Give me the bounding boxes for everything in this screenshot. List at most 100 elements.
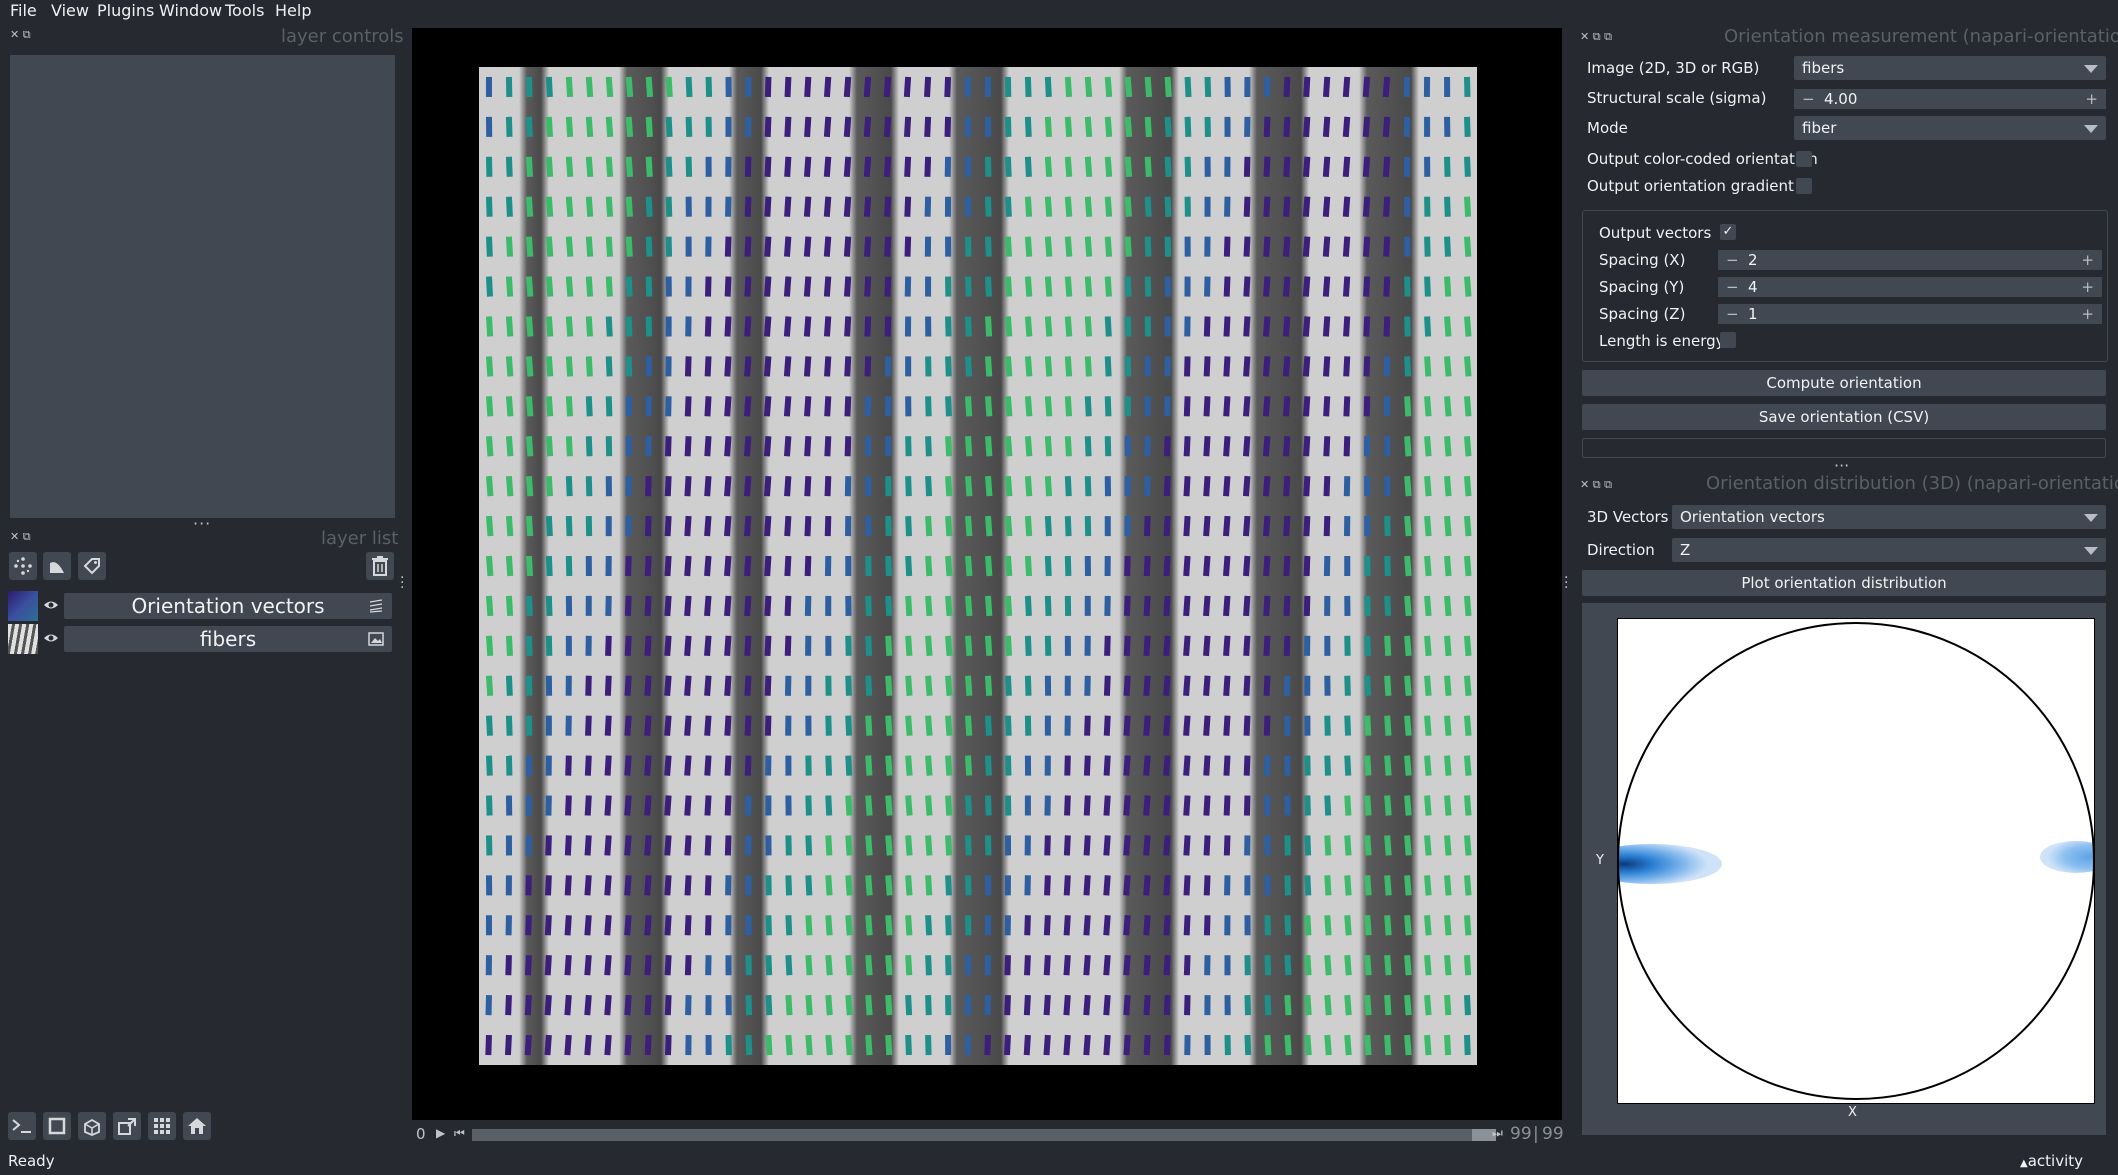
dock-close-icon[interactable]: ✕ ⧉ bbox=[10, 28, 31, 42]
minus-icon[interactable]: − bbox=[1726, 250, 1739, 270]
menu-tools[interactable]: Tools bbox=[225, 1, 264, 20]
vector-glyph bbox=[485, 356, 494, 377]
direction-select[interactable]: Z bbox=[1672, 538, 2106, 562]
compute-orientation-button[interactable]: Compute orientation bbox=[1582, 370, 2106, 396]
new-labels-layer-icon[interactable] bbox=[78, 552, 106, 580]
console-icon[interactable] bbox=[8, 1112, 36, 1140]
play-icon[interactable]: ▶ bbox=[436, 1126, 445, 1140]
roll-dims-icon[interactable] bbox=[78, 1112, 106, 1140]
vector-glyph bbox=[664, 515, 672, 537]
vector-glyph bbox=[1004, 755, 1012, 776]
vector-glyph bbox=[1322, 236, 1331, 257]
vector-glyph bbox=[1083, 954, 1091, 976]
menu-window[interactable]: Window bbox=[159, 1, 222, 20]
spacing-z-spinbox[interactable]: − 1 + bbox=[1718, 304, 2102, 324]
vector-glyph bbox=[1342, 196, 1351, 217]
menu-file[interactable]: File bbox=[10, 1, 37, 20]
vector-glyph bbox=[1322, 196, 1331, 217]
vector-glyph bbox=[545, 396, 554, 417]
vector-glyph bbox=[925, 715, 933, 736]
vector-glyph bbox=[1364, 595, 1371, 617]
menu-view[interactable]: View bbox=[51, 1, 89, 20]
step-back-icon[interactable]: ⏮ bbox=[454, 1126, 465, 1141]
color-coded-checkbox[interactable] bbox=[1796, 151, 1812, 167]
widget-close-icon[interactable]: ✕ ⧉ ⧉ bbox=[1580, 30, 1612, 44]
vector-glyph bbox=[1404, 555, 1412, 577]
vector-glyph bbox=[565, 396, 574, 417]
vector-glyph bbox=[903, 116, 912, 138]
new-points-layer-icon[interactable] bbox=[9, 552, 37, 580]
vector-glyph bbox=[1384, 954, 1392, 976]
vector-glyph bbox=[1123, 994, 1131, 1016]
plus-icon[interactable]: + bbox=[2085, 89, 2098, 109]
sigma-spinbox[interactable]: − 4.00 + bbox=[1794, 89, 2106, 109]
delete-layer-icon[interactable] bbox=[366, 552, 394, 580]
transpose-icon[interactable] bbox=[113, 1112, 141, 1140]
layer-item-orientation-vectors[interactable]: Orientation vectors bbox=[8, 591, 392, 621]
plus-icon[interactable]: + bbox=[2081, 277, 2094, 297]
menu-help[interactable]: Help bbox=[275, 1, 311, 20]
new-shapes-layer-icon[interactable] bbox=[43, 552, 71, 580]
chevron-down-icon bbox=[2084, 125, 2098, 133]
vector-glyph bbox=[624, 875, 632, 896]
vector-glyph bbox=[1404, 954, 1412, 976]
vector-glyph bbox=[865, 755, 873, 776]
menu-plugins[interactable]: Plugins bbox=[97, 1, 154, 20]
visibility-eye-icon[interactable] bbox=[43, 598, 59, 616]
layer-name[interactable]: Orientation vectors bbox=[64, 593, 392, 619]
vector-glyph bbox=[1143, 755, 1151, 776]
vector-glyph bbox=[604, 675, 612, 696]
vector-glyph bbox=[1123, 675, 1131, 696]
vector-glyph bbox=[1163, 994, 1171, 1016]
grid-view-icon[interactable] bbox=[148, 1112, 176, 1140]
splitter-handle-icon[interactable]: ··· bbox=[193, 514, 211, 533]
plot-distribution-button[interactable]: Plot orientation distribution bbox=[1582, 570, 2106, 596]
vector-glyph bbox=[1084, 476, 1092, 497]
dock-float-icon[interactable]: ✕ ⧉ bbox=[10, 530, 31, 544]
vector-glyph bbox=[505, 555, 514, 577]
step-forward-icon[interactable]: ⏭ bbox=[1492, 1126, 1503, 1141]
vector-glyph bbox=[944, 76, 952, 98]
mode-select[interactable]: fiber bbox=[1794, 116, 2106, 140]
minus-icon[interactable]: − bbox=[1802, 89, 1815, 109]
activity-button[interactable]: ▲activity bbox=[2020, 1152, 2083, 1170]
vector-glyph bbox=[605, 316, 613, 337]
vector-glyph bbox=[905, 994, 913, 1016]
spacing-y-spinbox[interactable]: − 4 + bbox=[1718, 277, 2102, 297]
slider-current-value[interactable]: 99 bbox=[1510, 1124, 1532, 1144]
spacing-x-spinbox[interactable]: − 2 + bbox=[1718, 250, 2102, 270]
vector-glyph bbox=[1344, 915, 1352, 936]
vector-glyph bbox=[744, 356, 752, 377]
vector-glyph bbox=[1302, 356, 1311, 377]
3d-vectors-select[interactable]: Orientation vectors bbox=[1672, 505, 2106, 529]
layer-item-fibers[interactable]: fibers bbox=[8, 624, 392, 654]
vector-glyph bbox=[485, 1034, 492, 1056]
visibility-eye-icon[interactable] bbox=[43, 631, 59, 649]
mode-label: Mode bbox=[1587, 119, 1628, 137]
2d-3d-toggle-icon[interactable] bbox=[43, 1112, 71, 1140]
plus-icon[interactable]: + bbox=[2081, 250, 2094, 270]
splitter-handle-icon[interactable]: ··· bbox=[400, 571, 404, 595]
vector-glyph bbox=[665, 196, 673, 217]
save-orientation-button[interactable]: Save orientation (CSV) bbox=[1582, 404, 2106, 430]
minus-icon[interactable]: − bbox=[1726, 277, 1739, 297]
plus-icon[interactable]: + bbox=[2081, 304, 2094, 324]
minus-icon[interactable]: − bbox=[1726, 304, 1739, 324]
home-icon[interactable] bbox=[183, 1112, 211, 1140]
vector-glyph bbox=[1123, 875, 1131, 896]
vector-glyph bbox=[945, 635, 953, 657]
vector-glyph bbox=[505, 196, 513, 217]
vector-glyph bbox=[1203, 356, 1211, 377]
vector-glyph bbox=[783, 236, 792, 257]
vector-glyph bbox=[1404, 675, 1412, 696]
length-energy-checkbox[interactable] bbox=[1720, 332, 1736, 348]
vector-glyph bbox=[684, 635, 692, 657]
output-vectors-checkbox[interactable]: ✓ bbox=[1720, 224, 1736, 240]
gradient-checkbox[interactable] bbox=[1796, 178, 1812, 194]
image-select[interactable]: fibers bbox=[1794, 56, 2106, 80]
splitter-handle-icon[interactable]: ··· bbox=[1564, 571, 1568, 595]
layer-name[interactable]: fibers bbox=[64, 626, 392, 652]
widget-close-icon[interactable]: ✕ ⧉ ⧉ bbox=[1580, 478, 1612, 492]
vector-glyph bbox=[724, 795, 732, 816]
dims-slider-track[interactable] bbox=[472, 1129, 1496, 1141]
